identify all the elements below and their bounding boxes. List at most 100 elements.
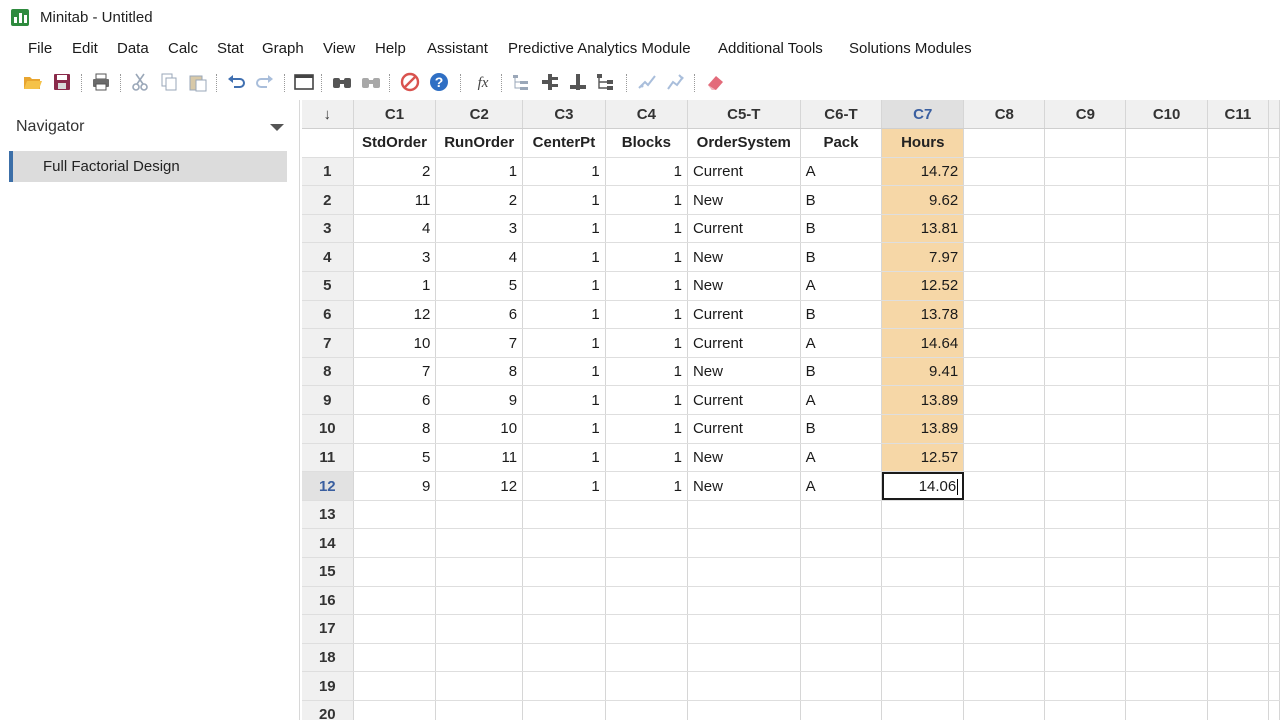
data-cell[interactable]: 1 (522, 300, 606, 330)
data-cell[interactable]: Current (687, 300, 801, 330)
data-cell[interactable] (1125, 242, 1208, 273)
menu-additional-tools[interactable]: Additional Tools (718, 40, 823, 57)
data-cell[interactable]: A (800, 328, 883, 358)
row-number[interactable]: 2 (302, 185, 354, 215)
data-cell[interactable] (963, 414, 1046, 444)
data-cell[interactable] (963, 300, 1046, 330)
data-cell[interactable] (800, 614, 883, 644)
data-cell[interactable] (522, 586, 606, 616)
data-cell[interactable]: 9 (353, 471, 437, 501)
data-cell[interactable]: 7 (353, 357, 437, 387)
data-cell[interactable]: B (800, 185, 883, 215)
print-icon[interactable] (89, 70, 113, 94)
data-cell[interactable]: 12 (435, 471, 524, 501)
graph-brush-icon[interactable] (635, 70, 659, 94)
data-cell[interactable] (963, 242, 1046, 273)
data-cell[interactable] (1268, 185, 1280, 215)
data-cell[interactable]: B (800, 300, 883, 330)
data-cell[interactable] (605, 700, 688, 720)
cancel-icon[interactable] (398, 70, 422, 94)
data-cell[interactable] (963, 614, 1046, 644)
cut-icon[interactable] (128, 70, 152, 94)
data-cell[interactable] (1044, 471, 1127, 501)
column-name-cell[interactable]: Hours (881, 128, 965, 158)
data-cell[interactable]: 10 (353, 328, 437, 358)
data-cell[interactable]: Current (687, 214, 801, 244)
data-cell[interactable] (353, 700, 437, 720)
data-cell[interactable] (1044, 271, 1127, 301)
data-cell[interactable] (1125, 385, 1208, 416)
data-cell[interactable]: B (800, 242, 883, 273)
data-cell[interactable] (1125, 157, 1208, 187)
data-cell[interactable] (605, 528, 688, 558)
data-cell[interactable] (1268, 500, 1280, 530)
menu-solutions-modules[interactable]: Solutions Modules (849, 40, 972, 57)
data-cell[interactable] (1125, 643, 1208, 673)
data-cell[interactable] (881, 700, 965, 720)
menu-view[interactable]: View (323, 40, 355, 57)
column-header-c7[interactable]: C7 (881, 100, 965, 130)
data-cell[interactable]: 1 (522, 185, 606, 215)
data-cell[interactable] (435, 586, 524, 616)
data-cell[interactable] (881, 500, 965, 530)
data-cell[interactable] (1268, 242, 1280, 273)
data-cell[interactable] (435, 643, 524, 673)
data-cell[interactable]: 12.57 (881, 443, 965, 473)
data-cell[interactable] (605, 500, 688, 530)
data-cell[interactable] (963, 214, 1046, 244)
active-cell-editor[interactable]: 14.06 (881, 471, 965, 501)
data-cell[interactable] (353, 614, 437, 644)
data-cell[interactable]: B (800, 414, 883, 444)
data-cell[interactable] (1044, 214, 1127, 244)
data-cell[interactable] (1044, 157, 1127, 187)
data-cell[interactable] (963, 528, 1046, 558)
copy-icon[interactable] (157, 70, 181, 94)
data-cell[interactable] (1268, 671, 1280, 701)
data-cell[interactable]: 1 (605, 357, 688, 387)
data-cell[interactable] (1268, 471, 1280, 501)
data-cell[interactable] (1044, 242, 1127, 273)
data-cell[interactable] (881, 643, 965, 673)
paste-icon[interactable] (186, 70, 210, 94)
data-cell[interactable] (881, 671, 965, 701)
data-cell[interactable] (1207, 385, 1270, 416)
data-cell[interactable]: New (687, 242, 801, 273)
data-cell[interactable] (1044, 443, 1127, 473)
column-header-c8[interactable]: C8 (963, 100, 1046, 130)
data-cell[interactable] (881, 614, 965, 644)
window-icon[interactable] (292, 70, 316, 94)
menu-file[interactable]: File (28, 40, 52, 57)
data-cell[interactable]: 1 (522, 443, 606, 473)
data-cell[interactable] (522, 614, 606, 644)
data-cell[interactable] (687, 700, 801, 720)
data-cell[interactable] (1207, 671, 1270, 701)
data-cell[interactable]: A (800, 157, 883, 187)
data-cell[interactable] (1125, 471, 1208, 501)
data-cell[interactable] (522, 671, 606, 701)
data-cell[interactable] (435, 557, 524, 587)
data-cell[interactable] (1268, 557, 1280, 587)
data-cell[interactable] (1125, 300, 1208, 330)
column-header-c1[interactable]: C1 (353, 100, 437, 130)
data-cell[interactable]: 1 (435, 157, 524, 187)
column-name-cell[interactable] (1125, 128, 1208, 158)
row-number[interactable]: 12 (302, 471, 354, 501)
data-cell[interactable] (963, 385, 1046, 416)
open-icon[interactable] (21, 70, 45, 94)
data-cell[interactable] (963, 500, 1046, 530)
data-cell[interactable] (353, 643, 437, 673)
data-cell[interactable]: 10 (435, 414, 524, 444)
data-cell[interactable] (1207, 214, 1270, 244)
data-cell[interactable]: 1 (522, 385, 606, 416)
data-cell[interactable] (1125, 271, 1208, 301)
data-cell[interactable] (963, 357, 1046, 387)
data-cell[interactable]: 3 (435, 214, 524, 244)
menu-stat[interactable]: Stat (217, 40, 244, 57)
undo-icon[interactable] (224, 70, 248, 94)
data-cell[interactable]: 2 (353, 157, 437, 187)
data-cell[interactable] (1207, 328, 1270, 358)
data-cell[interactable] (605, 557, 688, 587)
data-cell[interactable]: 7.97 (881, 242, 965, 273)
data-cell[interactable] (353, 671, 437, 701)
data-cell[interactable] (605, 586, 688, 616)
